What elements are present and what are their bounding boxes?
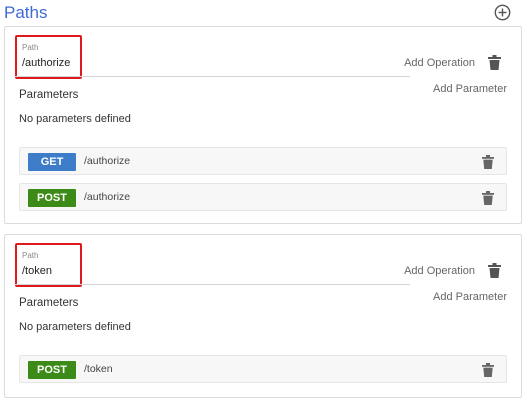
path-input[interactable]: /authorize (22, 57, 70, 69)
paths-header: Paths (0, 0, 530, 26)
page-title: Paths (4, 3, 48, 22)
operation-row[interactable]: POST /authorize (19, 183, 507, 211)
add-operation-button[interactable]: Add Operation (404, 265, 475, 277)
path-field[interactable]: Path /token (15, 243, 410, 291)
operation-path: /authorize (84, 155, 131, 167)
trash-icon[interactable] (482, 155, 494, 169)
add-operation-button[interactable]: Add Operation (404, 57, 475, 69)
trash-icon[interactable] (482, 363, 494, 377)
operation-row[interactable]: GET /authorize (19, 147, 507, 175)
operation-row[interactable]: POST /token (19, 355, 507, 383)
trash-icon[interactable] (488, 55, 501, 70)
parameters-heading: Parameters (19, 297, 79, 309)
path-input[interactable]: /token (22, 265, 52, 277)
add-parameter-button[interactable]: Add Parameter (433, 83, 507, 95)
path-field-label: Path (22, 251, 39, 260)
add-parameter-button[interactable]: Add Parameter (433, 291, 507, 303)
method-badge-post: POST (28, 361, 76, 379)
trash-icon[interactable] (488, 263, 501, 278)
path-input-underline (15, 76, 410, 77)
no-parameters-text: No parameters defined (19, 321, 131, 333)
operation-path: /authorize (84, 191, 131, 203)
path-field-label: Path (22, 43, 39, 52)
method-badge-get: GET (28, 153, 76, 171)
path-input-underline (15, 284, 410, 285)
parameters-heading: Parameters (19, 89, 79, 101)
path-card: Path /authorize Add Operation Add Parame… (4, 26, 522, 224)
path-card: Path /token Add Operation Add Parameter … (4, 234, 522, 398)
no-parameters-text: No parameters defined (19, 113, 131, 125)
plus-circle-icon[interactable] (494, 4, 511, 21)
method-badge-post: POST (28, 189, 76, 207)
path-field[interactable]: Path /authorize (15, 35, 410, 83)
operation-path: /token (84, 363, 113, 375)
trash-icon[interactable] (482, 191, 494, 205)
